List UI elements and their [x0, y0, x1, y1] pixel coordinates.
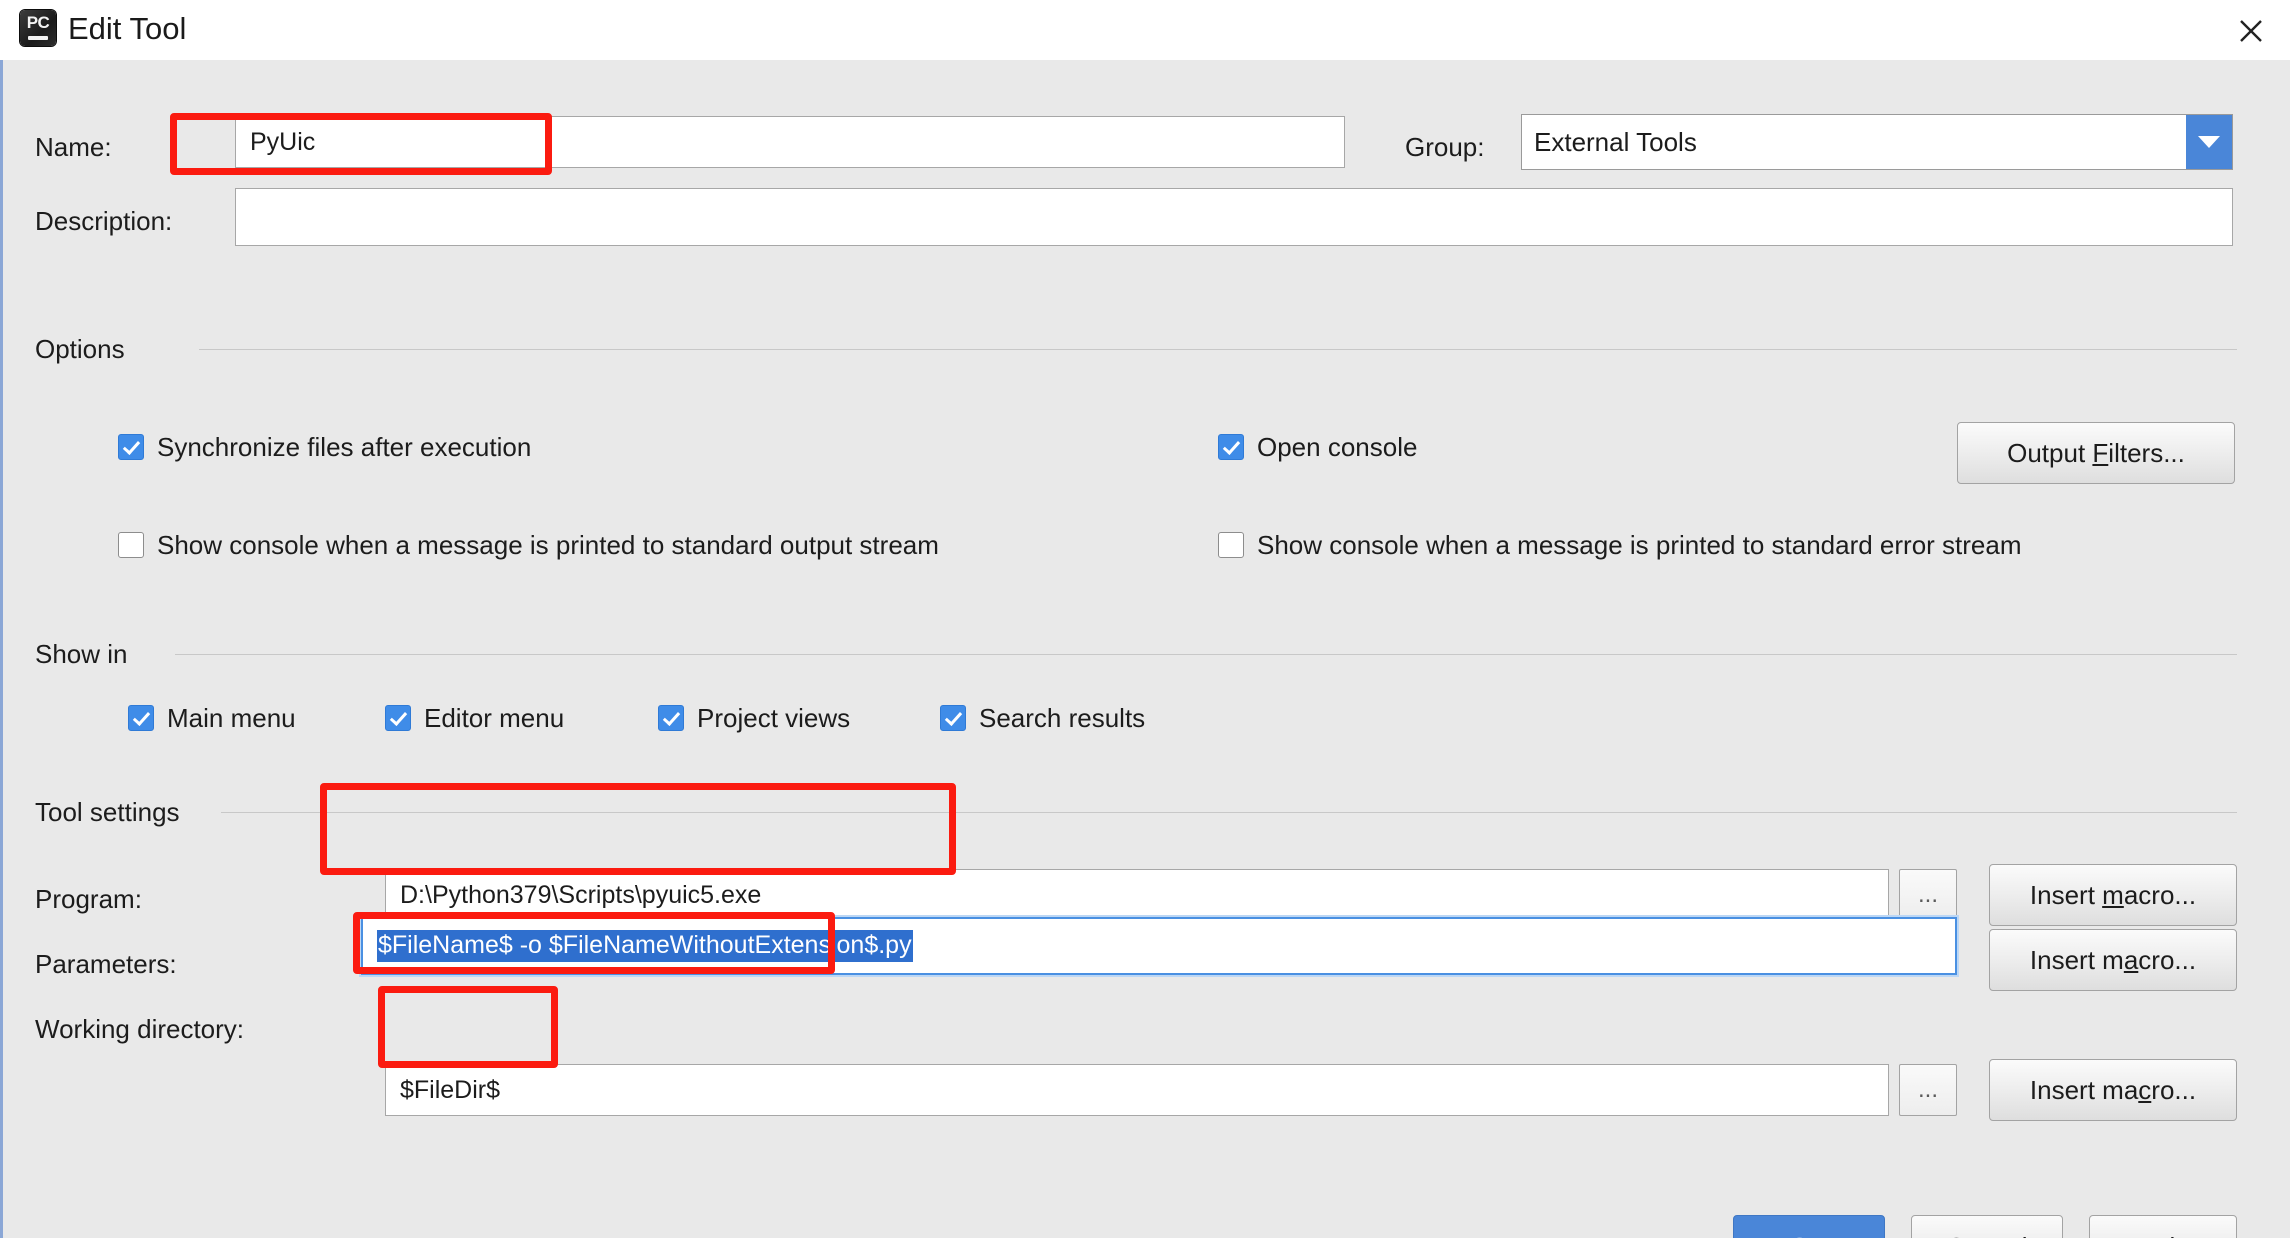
checkbox-indicator	[385, 705, 411, 731]
parameters-label: Parameters:	[35, 949, 177, 979]
help-button[interactable]: Help	[2089, 1215, 2237, 1238]
checkbox-indicator	[940, 705, 966, 731]
show-in-group-separator	[175, 654, 2237, 655]
checkbox-indicator	[118, 434, 144, 460]
parameters-insert-macro-button[interactable]: Insert macro...	[1989, 929, 2237, 991]
checkbox-label: Show console when a message is printed t…	[157, 530, 939, 560]
checkbox-label: Search results	[979, 703, 1146, 733]
description-label: Description:	[35, 206, 173, 236]
program-insert-macro-button[interactable]: Insert macro...	[1989, 864, 2237, 926]
checkbox-indicator	[1218, 434, 1244, 460]
checkbox-label: Project views	[697, 703, 851, 733]
working-directory-input[interactable]: $FileDir$	[385, 1064, 1889, 1116]
chevron-down-icon[interactable]	[2186, 115, 2232, 169]
checkbox-indicator	[658, 705, 684, 731]
checkbox-main-menu[interactable]: Main menu	[128, 703, 296, 733]
checkbox-show-console-stderr[interactable]: Show console when a message is printed t…	[1218, 530, 2022, 560]
ok-button[interactable]: OK	[1733, 1215, 1885, 1238]
program-label: Program:	[35, 884, 142, 914]
checkbox-indicator	[118, 532, 144, 558]
tool-settings-group-separator	[221, 812, 2237, 813]
working-directory-insert-macro-label: Insert macro...	[2029, 1074, 2197, 1105]
checkbox-open-console[interactable]: Open console	[1218, 432, 1417, 462]
tool-settings-group-title: Tool settings	[35, 797, 194, 827]
checkbox-search-results[interactable]: Search results	[940, 703, 1145, 733]
working-directory-browse-button[interactable]: ...	[1899, 1064, 1957, 1116]
parameters-input[interactable]: $FileName$ -o $FileNameWithoutExtension$…	[361, 917, 1957, 975]
program-browse-button[interactable]: ...	[1899, 869, 1957, 921]
group-combobox[interactable]: External Tools	[1521, 114, 2233, 170]
pc-icon-text: PC	[26, 13, 50, 32]
edit-tool-dialog: PC Edit Tool Name: PyUic Group: External…	[0, 0, 2290, 1238]
working-directory-label: Working directory:	[35, 1014, 245, 1044]
program-input[interactable]: D:\Python379\Scripts\pyuic5.exe	[385, 869, 1889, 921]
close-icon[interactable]	[2228, 8, 2274, 52]
checkbox-label: Show console when a message is printed t…	[1257, 530, 2022, 560]
options-group-title: Options	[35, 334, 139, 364]
cancel-button[interactable]: Cancel	[1911, 1215, 2063, 1238]
checkbox-project-views[interactable]: Project views	[658, 703, 850, 733]
checkbox-show-console-stdout[interactable]: Show console when a message is printed t…	[118, 530, 939, 560]
window-title: Edit Tool	[68, 11, 187, 46]
program-insert-macro-label: Insert macro...	[2029, 879, 2197, 910]
parameters-selected-text: $FileName$ -o $FileNameWithoutExtension$…	[377, 930, 913, 962]
name-label: Name:	[35, 132, 112, 162]
checkbox-editor-menu[interactable]: Editor menu	[385, 703, 564, 733]
name-input[interactable]: PyUic	[235, 116, 1345, 168]
parameters-insert-macro-label: Insert macro...	[2029, 944, 2197, 975]
show-in-group-title: Show in	[35, 639, 142, 669]
pycharm-pc-icon: PC	[20, 10, 56, 46]
checkbox-label: Editor menu	[424, 703, 565, 733]
dialog-content: Name: PyUic Group: External Tools Descri…	[0, 60, 2290, 1238]
checkbox-indicator	[1218, 532, 1244, 558]
description-input[interactable]	[235, 188, 2233, 246]
checkbox-label: Synchronize files after execution	[157, 432, 532, 462]
output-filters-button[interactable]: Output Filters...	[1957, 422, 2235, 484]
checkbox-synchronize-files[interactable]: Synchronize files after execution	[118, 432, 531, 462]
options-group-separator	[199, 349, 2237, 350]
pc-icon-bar	[28, 36, 48, 40]
group-label: Group:	[1405, 132, 1485, 162]
title-bar: PC Edit Tool	[0, 0, 2290, 61]
checkbox-indicator	[128, 705, 154, 731]
checkbox-label: Open console	[1257, 432, 1418, 462]
working-directory-insert-macro-button[interactable]: Insert macro...	[1989, 1059, 2237, 1121]
output-filters-button-label: Output Filters...	[2007, 437, 2185, 468]
group-combobox-value: External Tools	[1534, 126, 1697, 157]
checkbox-label: Main menu	[167, 703, 296, 733]
